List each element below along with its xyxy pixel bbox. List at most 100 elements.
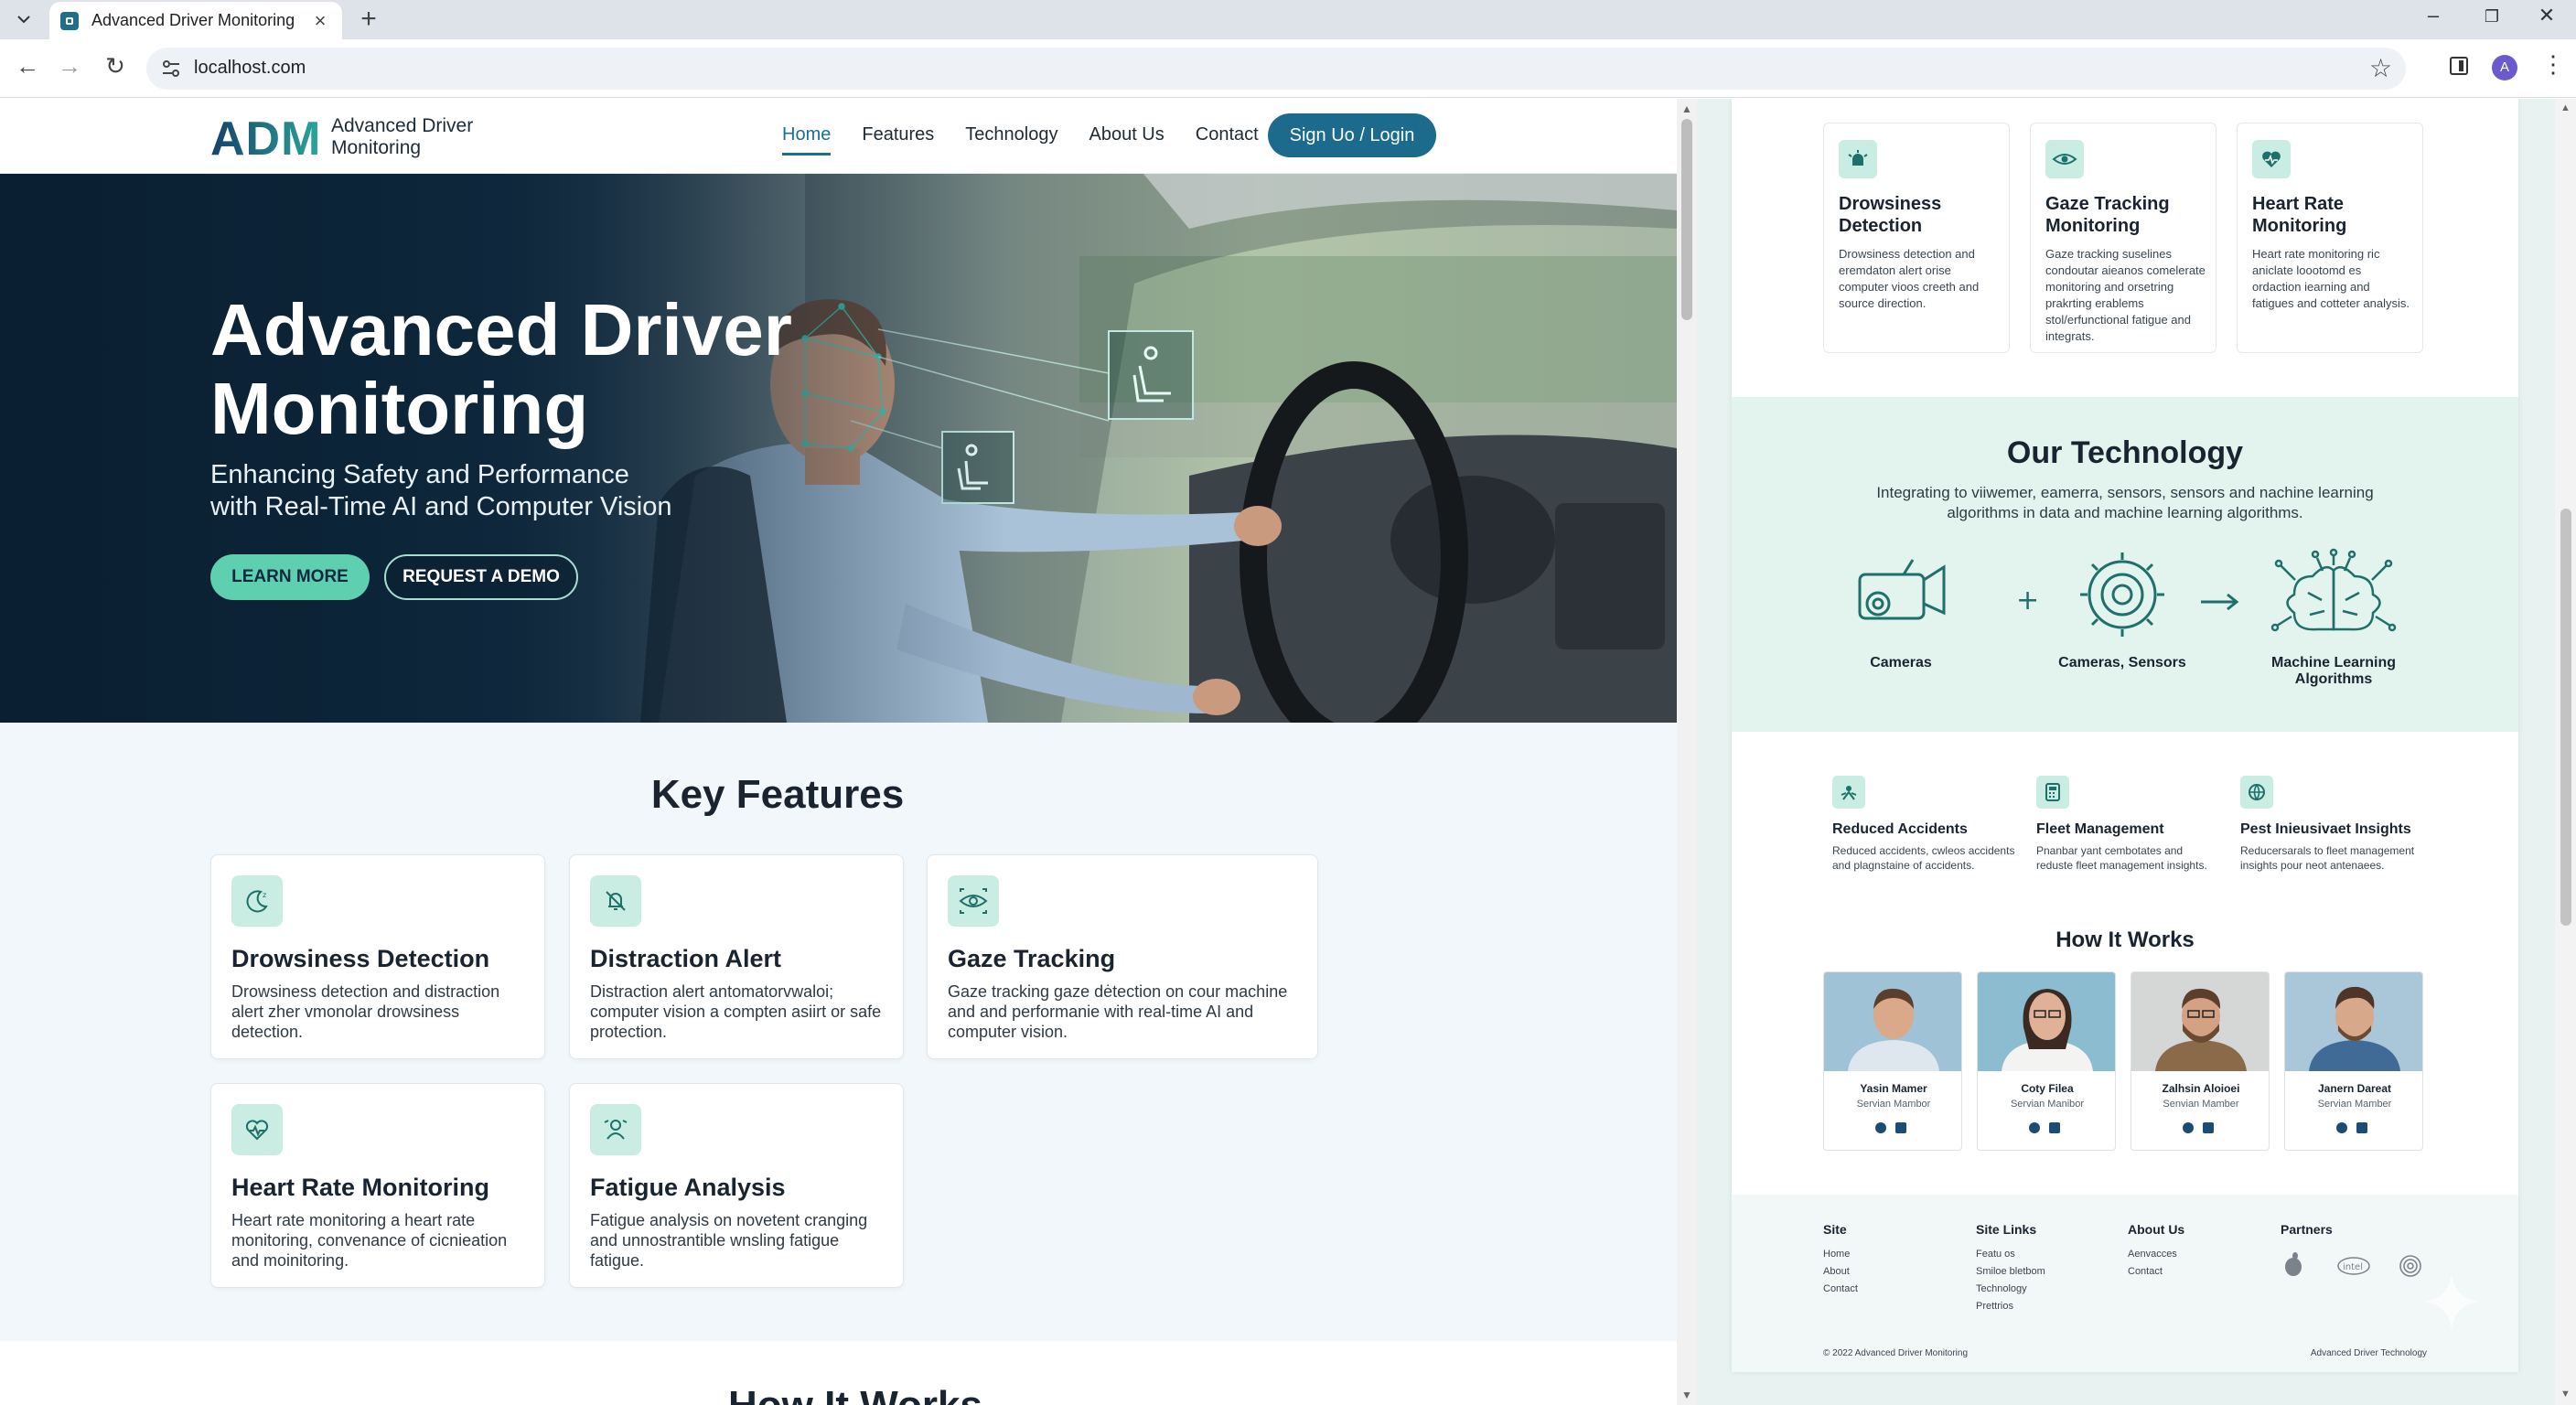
footer-bottom: © 2022 Advanced Driver Monitoring Advanc… [1823,1348,2427,1358]
address-bar[interactable]: localhost.com ☆ [146,48,2406,90]
eye-icon [948,875,999,927]
facebook-icon[interactable] [2183,1122,2194,1133]
footer-col-site-links: Site Links Featu os Smiloe bletbom Techn… [1976,1222,2045,1312]
browser-tab[interactable]: Advanced Driver Monitoring × [49,2,342,39]
sparkle-icon [2423,1273,2480,1330]
partner-logos: intel [2285,1252,2421,1277]
person-icon [590,1104,641,1155]
moon-icon: z [231,875,283,927]
scroll-up-arrow-icon[interactable]: ▲ [2560,102,2571,113]
hero-subtitle: Enhancing Safety and Performance with Re… [210,460,672,521]
main-nav: Home Features Technology About Us Contac… [782,124,1290,156]
preview-document: Drowsiness Detection Drowsiness detectio… [1732,99,2518,1372]
camera-icon [1858,559,1946,620]
nav-features[interactable]: Features [862,124,934,156]
team-card[interactable]: Yasin Mamer Servian Mambor [1823,971,1962,1151]
nav-technology[interactable]: Technology [965,124,1057,156]
team-card[interactable]: Coty Filea Servian Manibor [1977,971,2116,1151]
forward-button[interactable]: → [53,52,86,80]
scroll-up-arrow-icon[interactable]: ▲ [1681,102,1692,115]
preview-footer: Site Home About Contact Site Links Featu… [1732,1195,2518,1372]
technology-section: Our Technology Integrating to viiwemer, … [1732,397,2518,732]
heart-pulse-icon [231,1104,283,1155]
globe-icon [2240,776,2273,809]
site-header: ADM Advanced Driver Monitoring Home Feat… [0,99,1677,174]
team-card[interactable]: Janern Dareat Servian Mamber [2284,971,2423,1151]
arrow-right-icon [2201,593,2239,611]
benefit-insights: Pest Inieusivaet Insights Reducersarals … [2240,776,2423,873]
scrollbar-thumb[interactable] [1681,119,1692,320]
browser-menu-icon[interactable]: ⋮ [2541,50,2565,79]
close-tab-icon[interactable]: × [309,9,331,33]
accident-icon [1832,776,1865,809]
logo-mark[interactable]: ADM [210,112,321,166]
svg-text:intel: intel [2343,1262,2363,1272]
team-photo [2285,972,2422,1071]
key-features-title: Key Features [650,772,905,817]
scroll-down-arrow-icon[interactable]: ▼ [1681,1389,1692,1401]
technology-diagram: + [1858,548,2397,637]
nav-home[interactable]: Home [782,124,832,156]
restore-button[interactable]: ❐ [2474,7,2510,27]
main-page: ADM Advanced Driver Monitoring Home Feat… [0,99,1677,1405]
site-settings-icon[interactable] [159,57,183,80]
facebook-icon[interactable] [2029,1122,2040,1133]
new-tab-button[interactable]: + [355,4,382,35]
svg-text:z: z [263,891,266,899]
main-scrollbar[interactable]: ▲ ▼ [1677,99,1697,1405]
linkedin-icon[interactable] [1895,1122,1906,1133]
preview-card-gaze[interactable]: Gaze Tracking Monitoring Gaze tracking s… [2030,123,2216,353]
bell-off-icon [590,875,641,927]
tech-label-cameras: Cameras [1870,655,1932,670]
feature-card-fatigue[interactable]: Fatigue Analysis Fatigue analysis on nov… [569,1083,904,1288]
team-card[interactable]: Zalhsin Aloioei Senvian Mamber [2131,971,2270,1151]
nav-contact[interactable]: Contact [1196,124,1259,156]
scroll-down-arrow-icon[interactable]: ▼ [2560,1389,2571,1400]
logo-text[interactable]: Advanced Driver Monitoring [331,115,487,159]
footer-col-about: About Us Aenvacces Contact [2128,1222,2185,1277]
team-photo [1978,972,2115,1071]
side-panel-icon[interactable] [2450,57,2468,75]
chevron-down-icon [17,16,30,24]
heart-pulse-icon [2252,140,2291,178]
reload-button[interactable]: ↻ [99,52,132,80]
hero-section: Advanced Driver Monitoring Enhancing Saf… [0,174,1677,723]
tech-label-ml: Machine Learning Algorithms [2270,655,2397,687]
browser-tab-bar: Advanced Driver Monitoring × + – ❐ ✕ [0,0,2576,39]
nav-about-us[interactable]: About Us [1089,124,1164,156]
sign-up-login-button[interactable]: Sign Uo / Login [1268,113,1436,157]
calculator-icon [2036,776,2069,809]
close-window-button[interactable]: ✕ [2528,4,2565,27]
linkedin-icon[interactable] [2356,1122,2367,1133]
back-button[interactable]: ← [11,52,44,80]
tab-search-button[interactable] [8,5,39,33]
benefit-reduced-accidents: Reduced Accidents Reduced accidents, cwl… [1832,776,2015,873]
learn-more-button[interactable]: LEARN MORE [210,554,370,600]
preview-card-heart-rate[interactable]: Heart Rate Monitoring Heart rate monitor… [2237,123,2423,353]
gear-icon [2080,552,2164,637]
browser-toolbar: ← → ↻ localhost.com ☆ A ⋮ [0,39,2576,98]
facebook-icon[interactable] [2336,1122,2347,1133]
request-demo-button[interactable]: REQUEST A DEMO [384,554,578,600]
feature-card-distraction[interactable]: Distraction Alert Distraction alert anto… [569,854,904,1059]
intel-icon: intel [2337,1257,2370,1275]
preview-scrollbar[interactable]: ▲ ▼ [2555,99,2576,1405]
linkedin-icon[interactable] [2203,1122,2214,1133]
team-photo [1824,972,1961,1071]
apple-icon [2285,1252,2302,1276]
preview-card-drowsiness[interactable]: Drowsiness Detection Drowsiness detectio… [1823,123,2010,353]
facebook-icon[interactable] [1875,1122,1886,1133]
tab-title: Advanced Driver Monitoring [91,11,295,29]
profile-avatar[interactable]: A [2492,55,2517,80]
preview-scrollbar-thumb[interactable] [2560,509,2571,926]
feature-card-heart-rate[interactable]: Heart Rate Monitoring Heart rate monitor… [210,1083,545,1288]
linkedin-icon[interactable] [2049,1122,2060,1133]
feature-card-drowsiness[interactable]: z Drowsiness Detection Drowsiness detect… [210,854,545,1059]
url-text: localhost.com [194,58,306,78]
page-preview-panel: Drowsiness Detection Drowsiness detectio… [1697,99,2576,1405]
minimize-button[interactable]: – [2415,4,2452,27]
feature-card-gaze[interactable]: Gaze Tracking Gaze tracking gaze dėtecti… [927,854,1318,1059]
alarm-icon [1839,140,1877,178]
bookmark-star-icon[interactable]: ☆ [2369,53,2392,83]
footer-col-partners: Partners intel [2281,1222,2427,1283]
